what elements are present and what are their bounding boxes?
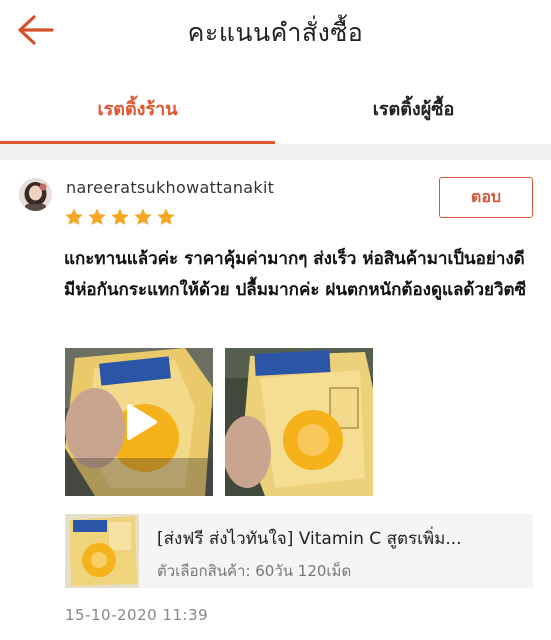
review-text: แกะทานแล้วค่ะ ราคาคุ้มค่ามากๆ ส่งเร็ว ห่… (64, 249, 527, 300)
tab-shop-rating[interactable]: เรตติ้งร้าน (0, 72, 275, 144)
review-video-thumbnail[interactable] (65, 348, 213, 496)
rating-tabs: เรตติ้งร้าน เรตติ้งผู้ซื้อ (0, 72, 551, 144)
star-icon (111, 208, 129, 225)
product-thumbnail (65, 514, 139, 588)
review-timestamp: 15-10-2020 11:39 (65, 606, 209, 624)
star-icon (88, 208, 106, 225)
product-card[interactable]: [ส่งฟรี ส่งไวทันใจ] Vitamin C สูตรเพิ่ม.… (65, 514, 533, 588)
avatar[interactable] (19, 178, 52, 211)
review-photo-thumbnail[interactable] (225, 348, 373, 496)
product-title: [ส่งฟรี ส่งไวทันใจ] Vitamin C สูตรเพิ่ม.… (157, 529, 462, 549)
header: คะแนนคำสั่งซื้อ (0, 0, 551, 62)
reply-button[interactable]: ตอบ (439, 177, 533, 218)
star-icon (65, 208, 83, 225)
play-icon[interactable] (65, 348, 213, 496)
tab-buyer-rating[interactable]: เรตติ้งผู้ซื้อ (276, 72, 551, 144)
star-rating (64, 207, 176, 227)
product-variant: ตัวเลือกสินค้า: 60วัน 120เม็ด (157, 562, 352, 580)
star-icon (134, 208, 152, 225)
reviewer-username[interactable]: nareeratsukhowattanakit (66, 178, 274, 197)
star-icon (157, 208, 175, 225)
page-title: คะแนนคำสั่งซื้อ (187, 18, 364, 47)
section-divider (0, 144, 551, 160)
